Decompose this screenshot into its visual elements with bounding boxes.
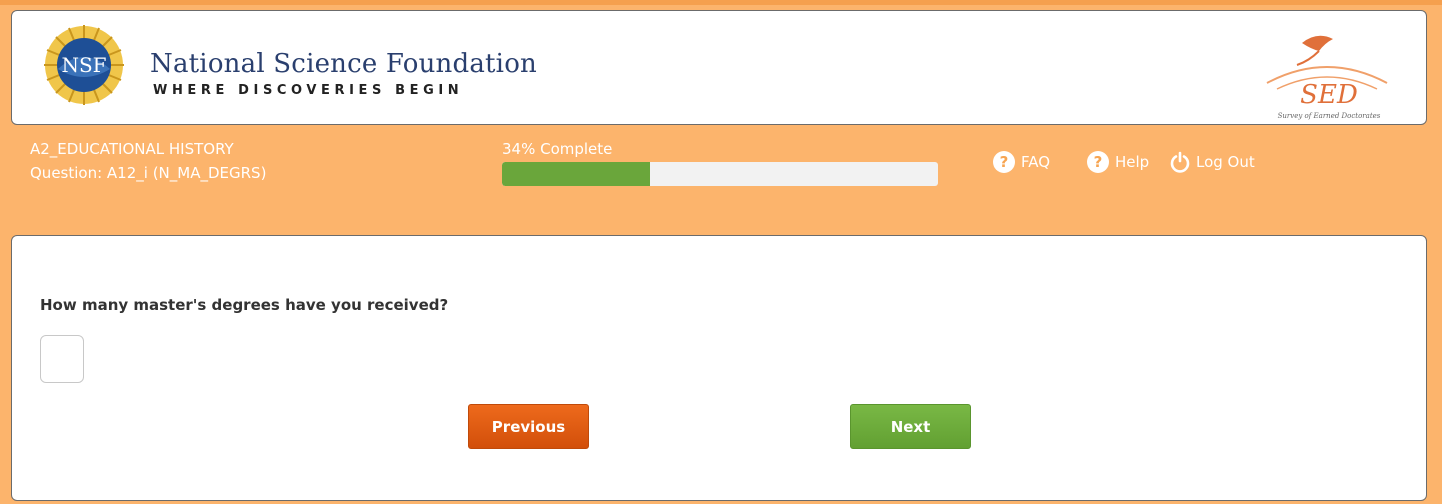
faq-label: FAQ xyxy=(1021,153,1051,171)
help-label: Help xyxy=(1115,153,1150,171)
previous-button[interactable]: Previous xyxy=(468,404,589,449)
sed-logo-subtext: Survey of Earned Doctorates xyxy=(1278,112,1381,120)
nsf-seal-logo: NSF xyxy=(44,25,124,105)
power-icon xyxy=(1170,151,1190,173)
sed-logo-text: SED xyxy=(1300,80,1358,110)
org-name: National Science Foundation xyxy=(150,49,537,79)
next-button[interactable]: Next xyxy=(850,404,971,449)
question-id: Question: A12_i (N_MA_DEGRS) xyxy=(30,164,267,182)
nsf-seal-text: NSF xyxy=(61,53,106,77)
sed-survey-logo: SED Survey of Earned Doctorates xyxy=(1266,35,1388,120)
faq-link[interactable]: ? FAQ xyxy=(993,151,1050,173)
progress-bar xyxy=(502,162,938,186)
progress-label: 34% Complete xyxy=(502,140,613,158)
help-link[interactable]: ? Help xyxy=(1087,151,1149,173)
header-banner: NSF National Science Foundation WHERE DI… xyxy=(11,10,1427,125)
section-name: A2_EDUCATIONAL HISTORY xyxy=(30,140,234,158)
top-accent-strip xyxy=(0,0,1442,5)
logout-label: Log Out xyxy=(1196,153,1255,171)
question-circle-icon: ? xyxy=(993,151,1015,173)
question-circle-icon: ? xyxy=(1087,151,1109,173)
question-panel: How many master's degrees have you recei… xyxy=(11,235,1427,501)
status-bar: A2_EDUCATIONAL HISTORY Question: A12_i (… xyxy=(0,126,1442,214)
logout-link[interactable]: Log Out xyxy=(1169,151,1255,173)
question-text: How many master's degrees have you recei… xyxy=(40,296,449,314)
degree-count-input[interactable] xyxy=(40,335,84,383)
progress-bar-fill xyxy=(502,162,651,186)
org-tagline: WHERE DISCOVERIES BEGIN xyxy=(153,83,464,98)
